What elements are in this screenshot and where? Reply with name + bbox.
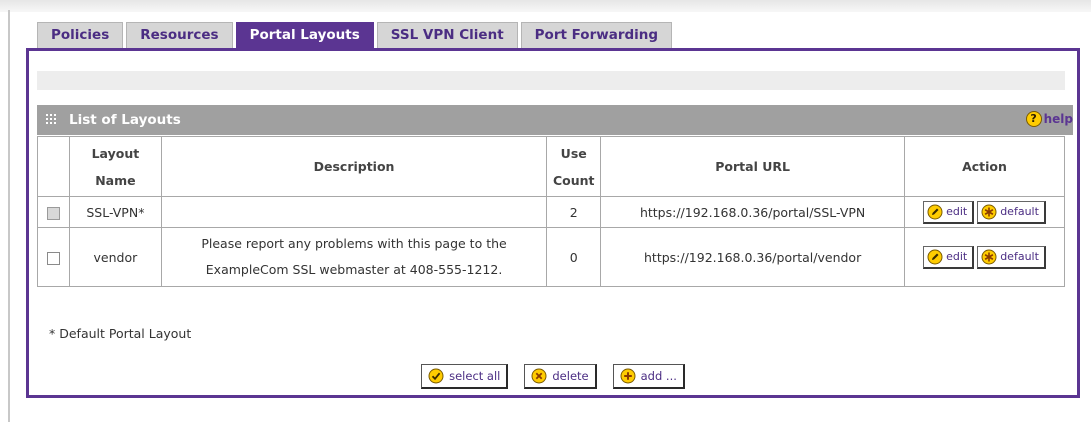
table-header-row: Layout Name Description Use Count Portal U… xyxy=(37,136,1065,197)
header-use-count: Use Count xyxy=(546,136,602,197)
help-icon: ? xyxy=(1025,111,1042,127)
portal-url-link[interactable]: https://192.168.0.36/portal/vendor xyxy=(600,227,906,287)
asterisk-icon xyxy=(981,204,997,219)
header-layout-name: Layout Name xyxy=(68,136,162,197)
help-label: help xyxy=(1043,112,1073,126)
header-checkbox xyxy=(37,136,70,197)
table-row: SSL-VPN* 2 https://192.168.0.36/portal/S… xyxy=(37,196,1065,228)
header-description: Description xyxy=(160,136,548,197)
section-header: List of Layouts ? help xyxy=(37,105,1073,135)
use-count: 0 xyxy=(546,227,602,287)
delete-button[interactable]: delete xyxy=(524,364,597,389)
tab-policies[interactable]: Policies xyxy=(37,22,124,48)
layout-name: vendor xyxy=(68,227,162,287)
layout-description: Please report any problems with this pag… xyxy=(160,227,548,287)
header-portal-url: Portal URL xyxy=(600,136,906,197)
help-link[interactable]: ? help xyxy=(1025,111,1073,127)
pencil-icon xyxy=(927,204,943,219)
message-bar xyxy=(37,71,1065,90)
section-title: List of Layouts xyxy=(69,112,181,128)
window-top-edge xyxy=(0,0,1091,12)
asterisk-icon xyxy=(981,249,997,264)
tab-resources[interactable]: Resources xyxy=(126,22,233,48)
grid-icon xyxy=(46,114,56,124)
row-checkbox[interactable] xyxy=(46,251,60,265)
default-button[interactable]: default xyxy=(977,245,1046,269)
pencil-icon xyxy=(927,249,943,264)
edit-button[interactable]: edit xyxy=(923,200,975,224)
portal-url-link[interactable]: https://192.168.0.36/portal/SSL-VPN xyxy=(600,196,906,228)
layout-name: SSL-VPN* xyxy=(68,196,162,228)
edit-button[interactable]: edit xyxy=(923,245,975,269)
tab-portal-layouts[interactable]: Portal Layouts xyxy=(235,22,374,48)
layouts-table: Layout Name Description Use Count Portal U… xyxy=(37,136,1065,287)
tab-port-forwarding[interactable]: Port Forwarding xyxy=(520,22,673,48)
row-checkbox[interactable] xyxy=(46,206,60,220)
tab-ssl-vpn-client[interactable]: SSL VPN Client xyxy=(376,22,518,48)
default-button[interactable]: default xyxy=(977,200,1046,224)
table-row: vendor Please report any problems with t… xyxy=(37,227,1065,287)
check-icon xyxy=(428,368,444,384)
add-button[interactable]: add ... xyxy=(612,364,685,389)
layout-description xyxy=(160,196,548,228)
content-panel: List of Layouts ? help Layout Name Descri… xyxy=(26,48,1080,398)
x-icon xyxy=(531,368,547,384)
select-all-button[interactable]: select all xyxy=(421,364,509,389)
footnote: * Default Portal Layout xyxy=(49,326,192,341)
plus-icon xyxy=(620,368,636,384)
bottom-button-bar: select all delete add ... xyxy=(29,364,1077,389)
tab-bar: Policies Resources Portal Layouts SSL VP… xyxy=(37,22,673,48)
header-action: Action xyxy=(904,136,1065,197)
use-count: 2 xyxy=(546,196,602,228)
window-left-edge xyxy=(8,10,10,422)
